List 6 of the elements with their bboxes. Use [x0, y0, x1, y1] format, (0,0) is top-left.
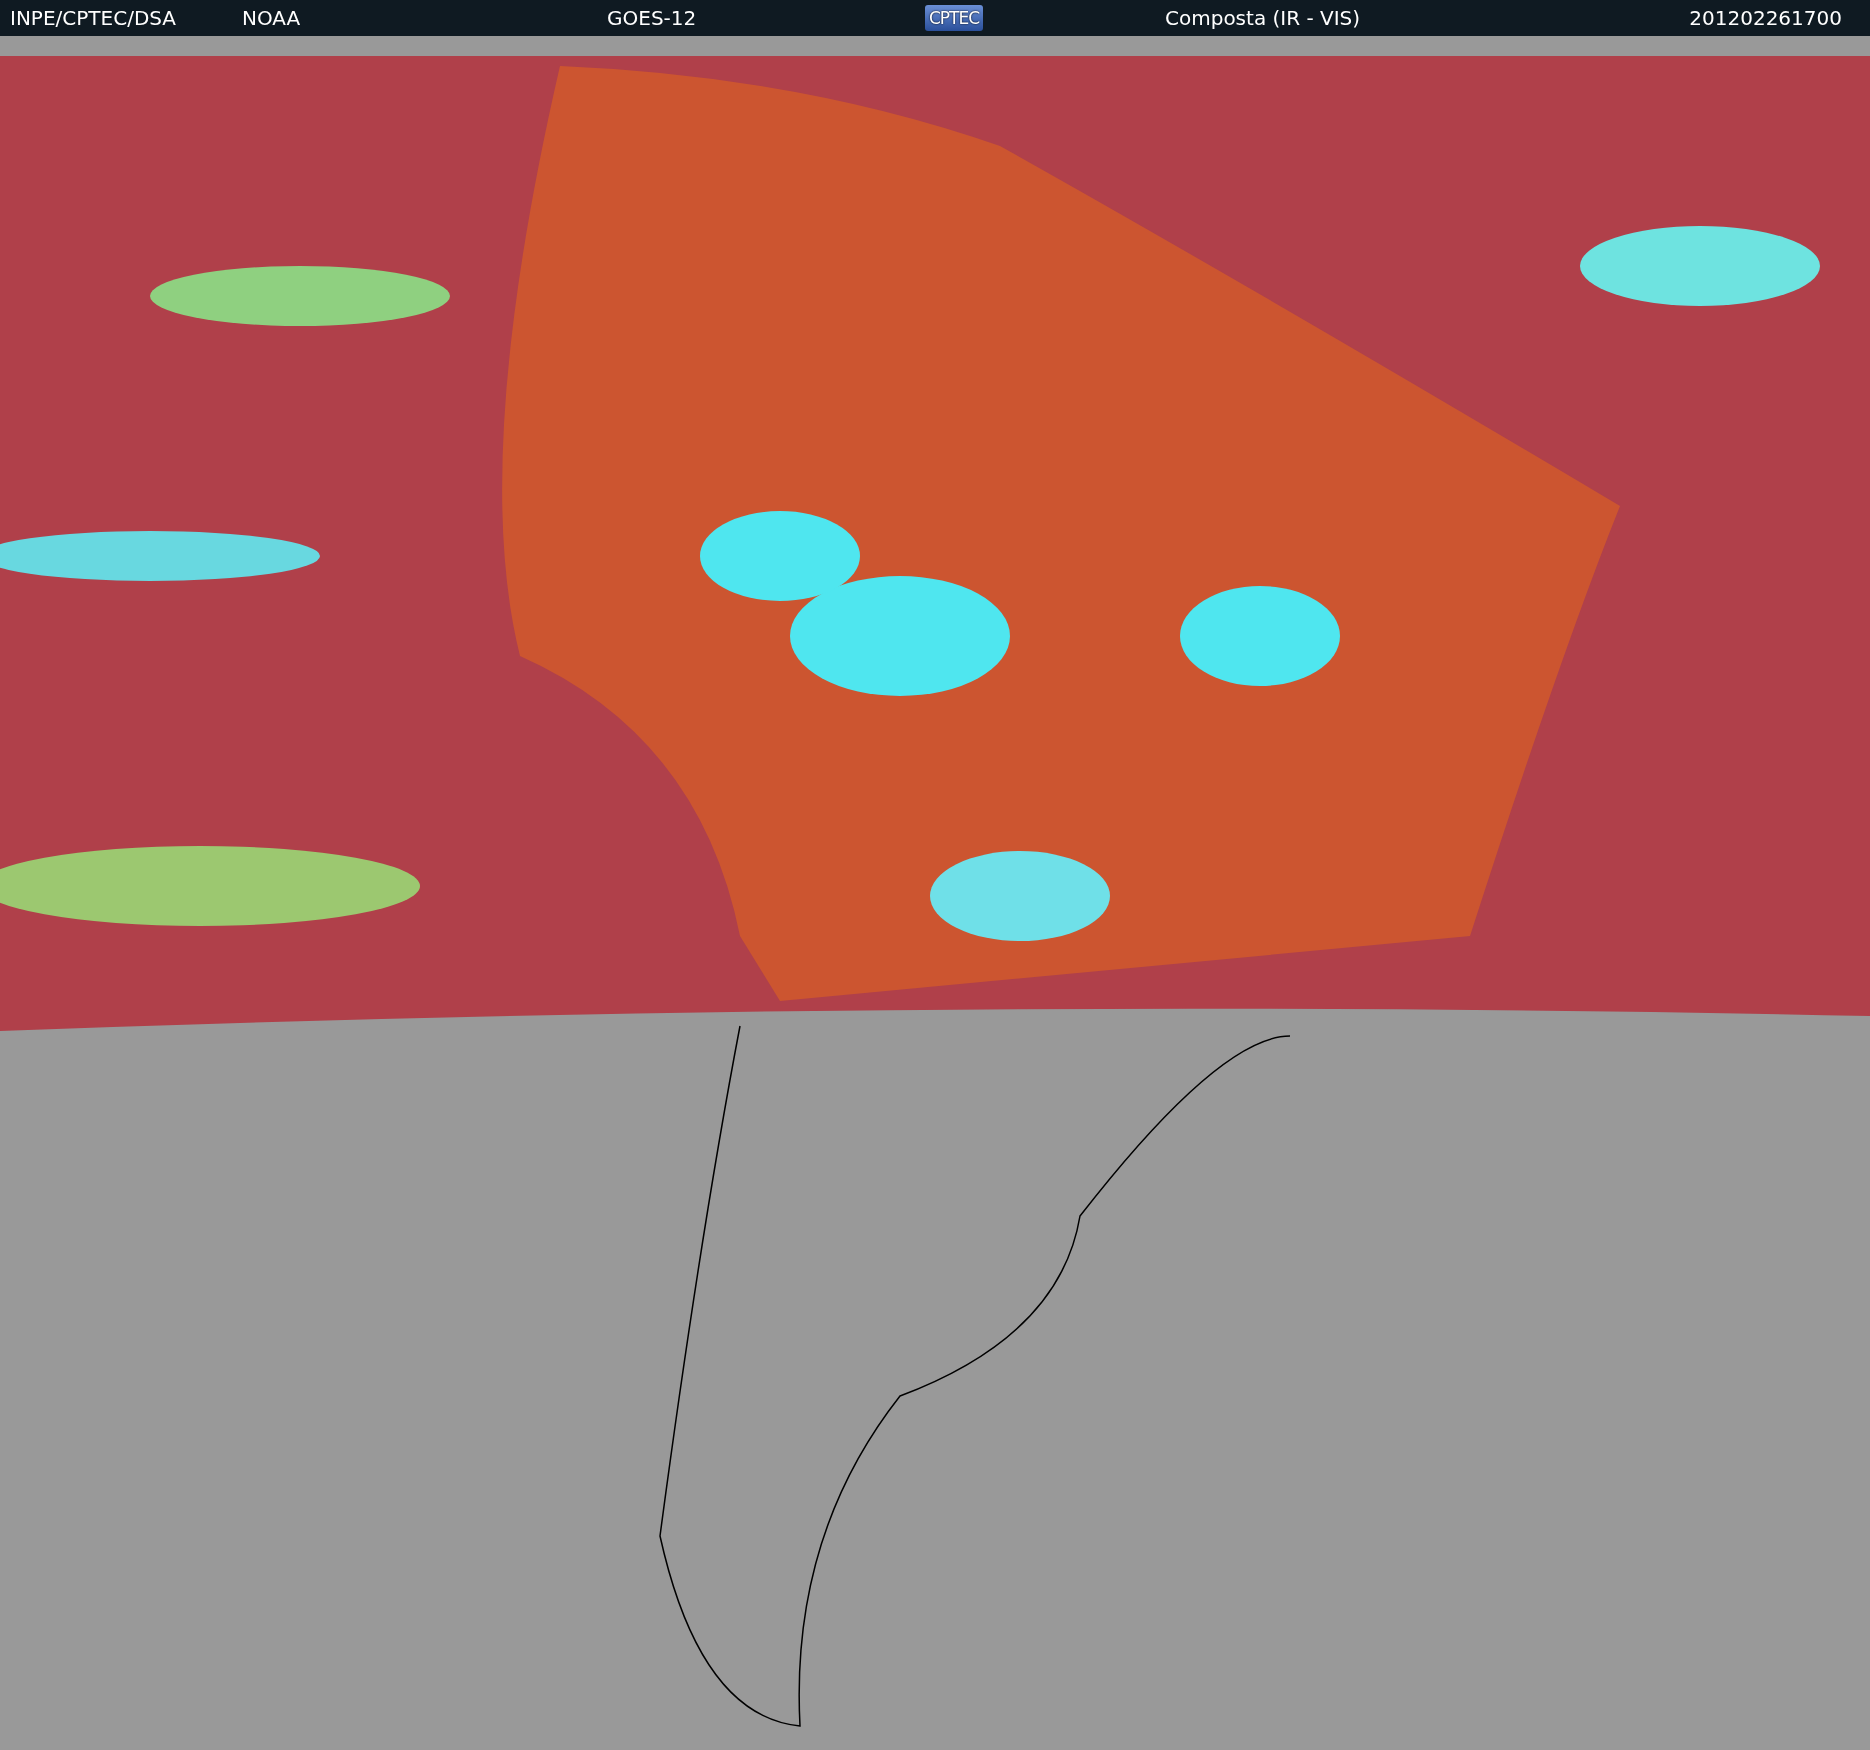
satellite-label: GOES-12 — [607, 6, 697, 30]
source-label: INPE/CPTEC/DSA — [10, 6, 177, 30]
product-label: Composta (IR - VIS) — [1165, 6, 1361, 30]
agency-label: NOAA — [242, 6, 301, 30]
timestamp-label: 201202261700 — [1689, 6, 1842, 30]
logo: CPTEC — [925, 5, 984, 31]
